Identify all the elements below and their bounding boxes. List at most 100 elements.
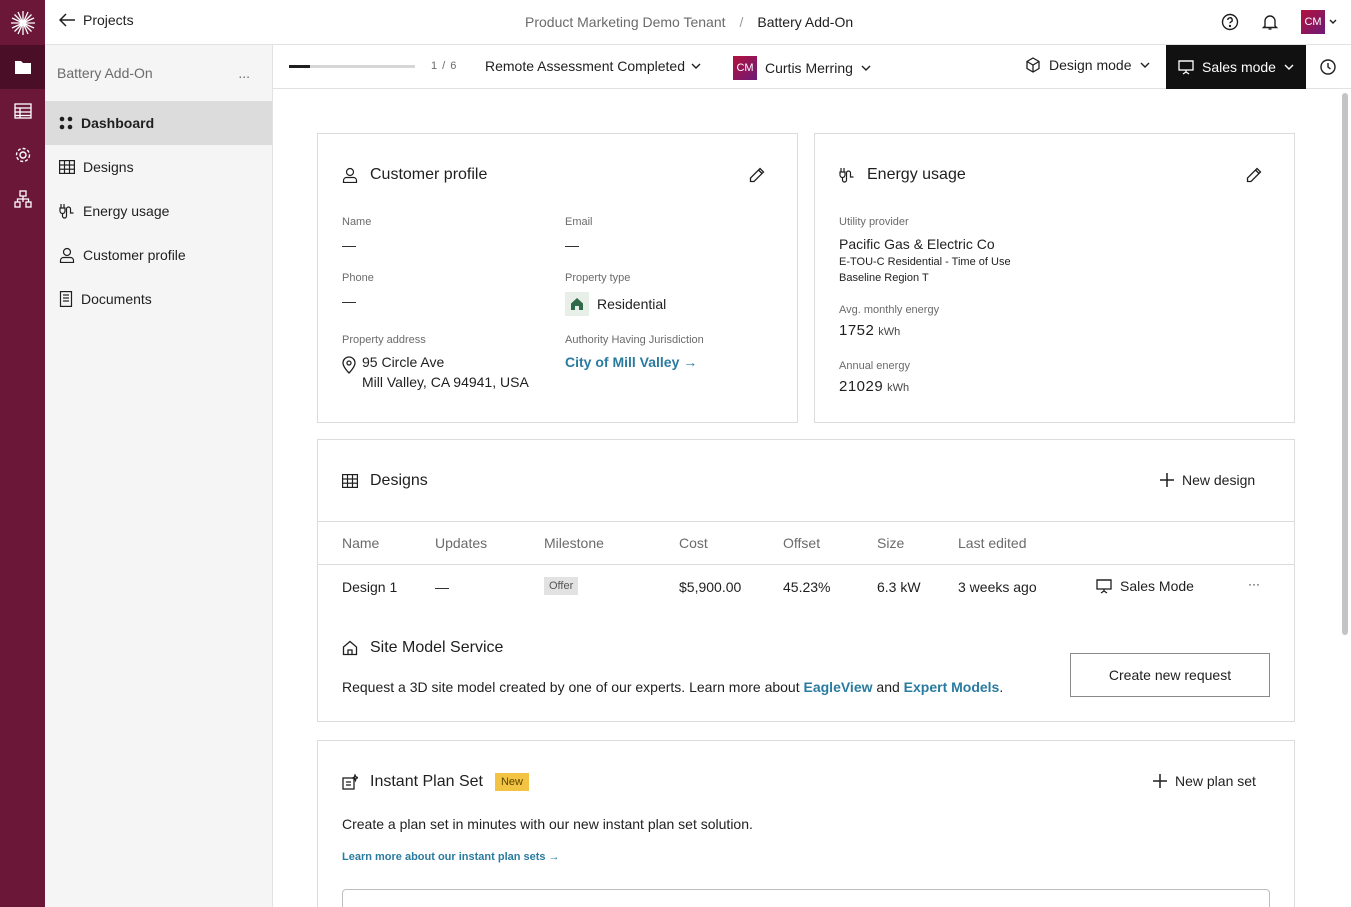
row-more-button[interactable]: ··· [1248,577,1260,591]
expert-models-link[interactable]: Expert Models [904,679,1000,695]
sidebar-item-dashboard[interactable]: Dashboard [45,101,272,145]
sidebar-item-label: Dashboard [81,115,155,131]
design-updates: — [435,579,449,595]
project-more-button[interactable]: ... [238,65,250,81]
ahj-link[interactable]: City of Mill Valley → [565,354,697,370]
new-plan-set-button[interactable]: New plan set [1153,773,1256,789]
design-mode-button[interactable]: Design mode [1025,57,1150,73]
user-menu[interactable]: CM [1301,10,1337,34]
customer-profile-header: Customer profile [342,166,487,184]
chevron-down-icon [1284,64,1294,70]
sidebar-header: Battery Add-On ... [45,45,272,101]
sidebar-item-label: Customer profile [83,247,186,263]
design-last-edited: 3 weeks ago [958,579,1037,595]
sales-mode-button[interactable]: Sales mode [1166,45,1306,89]
annual-label: Annual energy [839,360,910,372]
column-header-name: Name [342,535,380,551]
milestone-badge: Offer [544,576,579,595]
design-name[interactable]: Design 1 [342,579,397,595]
column-header-updates: Updates [435,535,488,551]
designs-header: Designs [342,472,428,490]
desc-suffix: . [999,679,1004,695]
designs-card: Designs New design Name Updates Mileston… [317,439,1295,608]
milestone-progress-bar [289,65,415,68]
property-type-value: Residential [565,292,666,316]
column-header-size: Size [877,535,905,551]
sidebar-item-label: Documents [81,291,152,307]
presentation-icon [1178,60,1194,75]
back-to-projects-link[interactable]: Projects [59,12,134,28]
gear-icon[interactable] [0,133,45,177]
sidebar-item-customer-profile[interactable]: Customer profile [45,233,272,277]
property-type-text: Residential [597,296,667,312]
org-chart-icon[interactable] [0,177,45,221]
chevron-down-icon [861,65,871,71]
help-icon[interactable] [1221,13,1239,31]
house-icon [565,292,589,316]
column-header-cost: Cost [679,535,708,551]
project-sidebar: Battery Add-On ... Dashboard Designs Ene… [45,45,273,907]
design-size: 6.3 kW [877,579,921,595]
plug-icon [839,168,854,183]
table-divider [318,521,1294,522]
content-scrollbar[interactable] [1340,89,1351,907]
card-title: Site Model Service [370,639,504,656]
plug-icon [59,204,74,219]
plan-set-learn-more-link[interactable]: Learn more about our instant plan sets → [342,851,560,863]
breadcrumb-tenant[interactable]: Product Marketing Demo Tenant [525,14,726,30]
pencil-icon[interactable] [749,167,765,183]
sidebar-item-designs[interactable]: Designs [45,145,272,189]
unit: kWh [878,326,901,338]
design-mode-label: Design mode [1049,57,1132,73]
sidebar-item-label: Designs [83,159,134,175]
monthly-value: 1752 [839,322,875,339]
bell-icon[interactable] [1261,13,1279,31]
eagleview-link[interactable]: EagleView [804,679,873,695]
sidebar-item-label: Energy usage [83,203,170,219]
site-model-description: Request a 3D site model created by one o… [342,679,1003,695]
table-icon[interactable] [0,89,45,133]
new-design-button[interactable]: New design [1160,472,1255,488]
home-icon [342,640,358,656]
address-line1: 95 Circle Ave [362,354,445,370]
column-header-offset: Offset [783,535,821,551]
design-cost: $5,900.00 [679,579,742,595]
history-icon[interactable] [1319,58,1337,79]
plan-set-panel [342,889,1270,907]
email-value: — [565,237,579,253]
brand-logo-icon[interactable] [0,0,45,45]
card-title: Designs [370,472,428,489]
create-new-request-button[interactable]: Create new request [1070,653,1270,697]
dashboard-content: Customer profile Name — Email — Phone — … [273,89,1340,907]
new-badge: New [494,773,529,791]
breadcrumb-project: Battery Add-On [757,14,854,30]
scrollbar-thumb[interactable] [1342,93,1348,635]
folder-icon[interactable] [0,45,45,89]
owner-dropdown[interactable]: CM Curtis Merring [733,56,871,80]
milestone-value: Remote Assessment Completed [485,58,685,74]
chevron-down-icon [1329,19,1337,24]
card-title: Energy usage [867,166,966,183]
chevron-down-icon [1140,62,1149,68]
card-title: Customer profile [370,166,488,183]
utility-label: Utility provider [839,216,909,228]
address-line2: Mill Valley, CA 94941, USA [362,374,529,390]
document-icon [59,291,73,307]
ahj-label: Authority Having Jurisdiction [565,334,704,346]
column-header-last-edited: Last edited [958,535,1027,551]
pencil-icon[interactable] [1246,167,1262,183]
sidebar-item-energy-usage[interactable]: Energy usage [45,189,272,233]
new-design-label: New design [1182,472,1256,488]
desc-and: and [872,679,904,695]
plus-icon [1160,473,1174,487]
sidebar-item-documents[interactable]: Documents [45,277,272,321]
project-toolbar: 1 / 6 Remote Assessment Completed CM Cur… [273,45,1351,89]
monthly-label: Avg. monthly energy [839,304,940,316]
milestone-dropdown[interactable]: Remote Assessment Completed [485,58,701,74]
arrow-left-icon [59,13,75,27]
person-icon [59,247,75,263]
breadcrumb: Product Marketing Demo Tenant / Battery … [525,14,853,30]
sales-mode-link[interactable]: Sales Mode [1096,578,1194,594]
top-bar: Projects Product Marketing Demo Tenant /… [45,0,1351,45]
dashboard-icon [59,116,73,130]
